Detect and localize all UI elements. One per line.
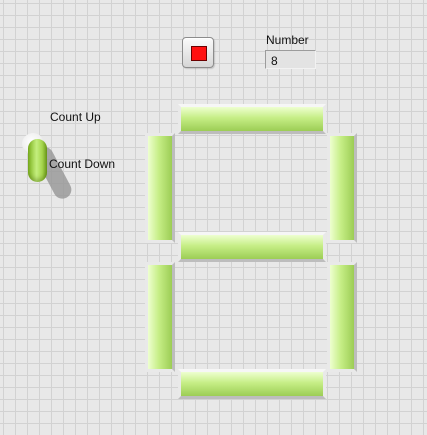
toggle-lever [28, 139, 47, 182]
number-indicator: 8 [265, 50, 316, 69]
number-label: Number [266, 33, 309, 47]
stop-icon [191, 46, 207, 61]
segment-g [178, 232, 326, 262]
segment-c [327, 262, 357, 372]
segment-b [327, 133, 357, 243]
number-value: 8 [271, 54, 278, 68]
segment-f [145, 133, 175, 243]
segment-a [178, 104, 326, 134]
count-down-label: Count Down [49, 157, 116, 171]
stop-button[interactable] [182, 37, 214, 68]
count-up-label: Count Up [50, 110, 101, 124]
segment-d [178, 369, 326, 399]
segment-e [145, 262, 175, 372]
